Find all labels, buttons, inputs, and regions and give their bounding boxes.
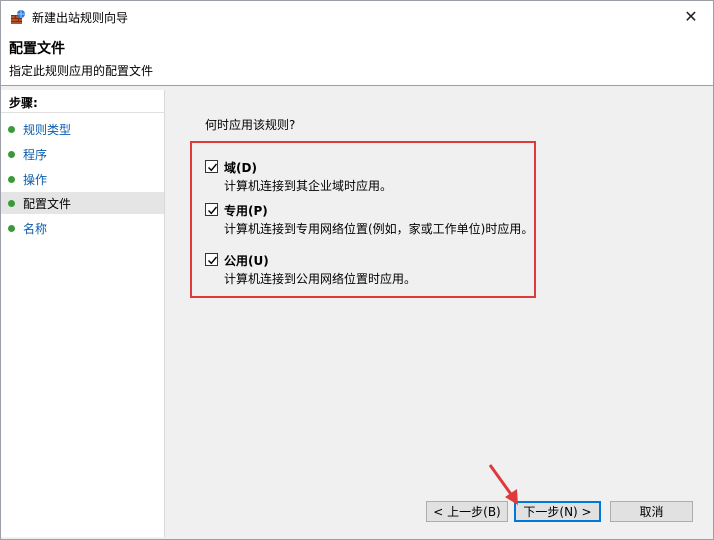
step-label: 规则类型 xyxy=(23,122,72,137)
close-button[interactable]: ✕ xyxy=(669,1,713,32)
step-label: 程序 xyxy=(23,147,48,162)
page-header: 配置文件 指定此规则应用的配置文件 xyxy=(1,33,713,85)
steps-divider xyxy=(1,112,165,113)
domain-label[interactable]: 域(D) xyxy=(224,159,257,176)
step-rule-type[interactable]: 规则类型 xyxy=(1,118,164,140)
page-title: 配置文件 xyxy=(9,41,65,57)
step-bullet-icon xyxy=(8,199,15,207)
private-description: 计算机连接到专用网络位置(例如，家或工作单位)时应用。 xyxy=(224,222,534,236)
step-action[interactable]: 操作 xyxy=(1,168,164,190)
wizard-content: 步骤: 规则类型 程序 操作 配置文件 名称 何时应用该规则? 域(D) 计算机… xyxy=(1,86,713,539)
step-program[interactable]: 程序 xyxy=(1,143,164,165)
firewall-app-icon xyxy=(10,9,26,25)
step-label: 配置文件 xyxy=(23,196,72,211)
checkmark-icon xyxy=(208,163,218,172)
step-name[interactable]: 名称 xyxy=(1,217,164,239)
wizard-window: 新建出站规则向导 ✕ 配置文件 指定此规则应用的配置文件 步骤: 规则类型 程序… xyxy=(0,0,714,540)
title-bar: 新建出站规则向导 ✕ xyxy=(1,1,713,33)
public-checkbox[interactable] xyxy=(205,253,218,266)
question-label: 何时应用该规则? xyxy=(205,118,296,132)
close-icon: ✕ xyxy=(684,7,698,26)
private-label[interactable]: 专用(P) xyxy=(224,202,268,219)
next-button[interactable]: 下一步(N) > xyxy=(514,501,601,522)
step-bullet-icon xyxy=(8,125,15,133)
back-button[interactable]: < 上一步(B) xyxy=(426,501,508,522)
step-bullet-icon xyxy=(8,224,15,232)
domain-description: 计算机连接到其企业域时应用。 xyxy=(224,179,393,193)
highlight-annotation-box: 域(D) 计算机连接到其企业域时应用。 专用(P) 计算机连接到专用网络位置(例… xyxy=(190,141,536,298)
public-description: 计算机连接到公用网络位置时应用。 xyxy=(224,272,417,286)
public-label[interactable]: 公用(U) xyxy=(224,252,269,269)
window-title: 新建出站规则向导 xyxy=(32,11,129,25)
step-label: 名称 xyxy=(23,221,48,236)
page-subtitle: 指定此规则应用的配置文件 xyxy=(9,64,154,78)
checkmark-icon xyxy=(208,256,218,265)
step-bullet-icon xyxy=(8,175,15,183)
checkmark-icon xyxy=(208,206,218,215)
step-profile[interactable]: 配置文件 xyxy=(1,192,164,214)
domain-checkbox[interactable] xyxy=(205,160,218,173)
steps-panel: 步骤: 规则类型 程序 操作 配置文件 名称 xyxy=(1,90,165,537)
private-checkbox[interactable] xyxy=(205,203,218,216)
step-label: 操作 xyxy=(23,172,48,187)
step-bullet-icon xyxy=(8,150,15,158)
cancel-button[interactable]: 取消 xyxy=(610,501,693,522)
steps-title: 步骤: xyxy=(9,96,38,110)
main-panel: 何时应用该规则? 域(D) 计算机连接到其企业域时应用。 专用(P) 计算机连接… xyxy=(171,90,711,537)
